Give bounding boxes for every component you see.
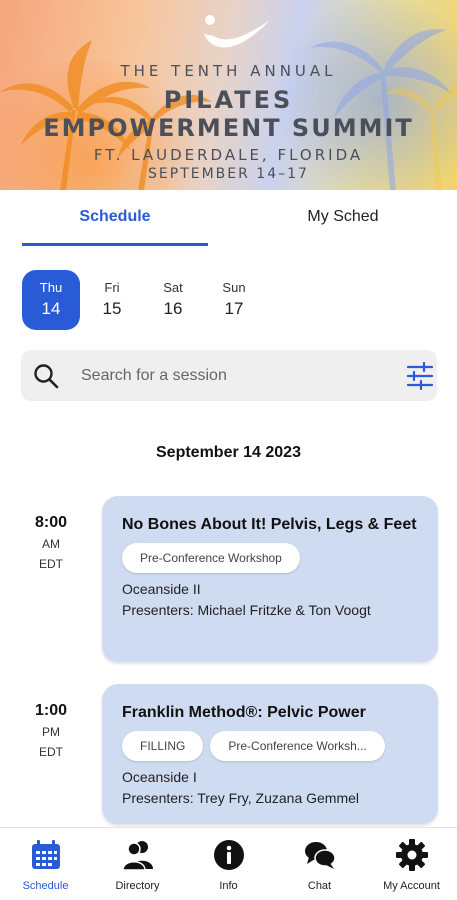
session-card[interactable]: Franklin Method®: Pelvic Power FILLING Pr… xyxy=(102,684,438,824)
nav-label: Info xyxy=(219,880,238,892)
bottom-navigation: Schedule Directory Info Chat My Account xyxy=(0,827,457,900)
day-thu[interactable]: Thu 14 xyxy=(22,270,80,330)
session-location: Oceanside II xyxy=(122,581,201,597)
session-tag: Pre-Conference Worksh... xyxy=(210,731,385,761)
schedule-date-heading: September 14 2023 xyxy=(156,444,301,461)
session-card[interactable]: No Bones About It! Pelvis, Legs & Feet P… xyxy=(102,496,438,662)
nav-label: Schedule xyxy=(22,880,69,892)
nav-label: Chat xyxy=(307,880,332,892)
banner-location: FT. LAUDERDALE, FLORIDA xyxy=(93,146,364,164)
session-start-time: 8:00 xyxy=(34,514,68,531)
day-date: 16 xyxy=(163,299,183,318)
session-tag: Pre-Conference Workshop xyxy=(122,543,300,573)
session-title: Franklin Method®: Pelvic Power xyxy=(122,704,366,721)
session-search-bar xyxy=(21,350,437,401)
session-time: 1:00 PM EDT xyxy=(20,702,82,759)
summit-logo-icon xyxy=(204,15,270,48)
session-time: 8:00 AM EDT xyxy=(20,514,82,571)
day-name: Sun xyxy=(222,280,246,295)
day-name: Fri xyxy=(104,280,120,295)
info-icon xyxy=(214,840,244,870)
session-title: No Bones About It! Pelvis, Legs & Feet xyxy=(122,516,417,533)
session-tags: FILLING Pre-Conference Worksh... xyxy=(122,731,418,761)
session-start-time: 1:00 xyxy=(34,702,68,719)
nav-chat[interactable]: Chat xyxy=(274,828,365,900)
schedule-tabs: Schedule My Sched xyxy=(0,190,457,248)
day-name: Sat xyxy=(163,280,183,295)
day-fri[interactable]: Fri 15 xyxy=(83,270,141,330)
banner-dates: SEPTEMBER 14–17 xyxy=(148,166,309,182)
nav-label: Directory xyxy=(115,880,160,892)
nav-info[interactable]: Info xyxy=(183,828,274,900)
tab-schedule[interactable]: Schedule xyxy=(22,190,208,248)
day-sat[interactable]: Sat 16 xyxy=(144,270,202,330)
active-tab-indicator xyxy=(22,243,208,246)
gear-icon xyxy=(396,839,428,871)
session-location: Oceanside I xyxy=(122,769,197,785)
banner-subtitle: THE TENTH ANNUAL xyxy=(120,62,337,80)
session-timezone: EDT xyxy=(39,745,63,759)
session-tags: Pre-Conference Workshop xyxy=(122,543,418,573)
session-timezone: EDT xyxy=(39,557,63,571)
nav-schedule[interactable]: Schedule xyxy=(0,828,91,900)
day-date: 14 xyxy=(41,299,61,318)
people-icon xyxy=(122,841,153,871)
session-presenters: Presenters: Trey Fry, Zuzana Gemmel xyxy=(122,790,360,806)
nav-label: My Account xyxy=(383,880,440,892)
chat-bubbles-icon xyxy=(305,842,336,869)
nav-my-account[interactable]: My Account xyxy=(366,828,457,900)
search-icon xyxy=(34,364,59,389)
day-name: Thu xyxy=(39,280,63,295)
day-date: 15 xyxy=(102,299,122,318)
banner-title-line2: EMPOWERMENT SUMMIT xyxy=(43,114,414,142)
session-ampm: PM xyxy=(42,725,60,739)
session-status-tag: FILLING xyxy=(122,731,204,761)
filter-sliders-icon[interactable] xyxy=(405,362,435,390)
search-input[interactable] xyxy=(81,360,381,392)
nav-directory[interactable]: Directory xyxy=(92,828,183,900)
banner-title-line1: PILATES xyxy=(163,86,294,114)
day-date: 17 xyxy=(224,299,244,318)
calendar-icon xyxy=(32,840,60,869)
day-sun[interactable]: Sun 17 xyxy=(205,270,263,330)
session-ampm: AM xyxy=(42,537,60,551)
session-presenters: Presenters: Michael Fritzke & Ton Voogt xyxy=(122,602,371,618)
header-banner: THE TENTH ANNUAL PILATES EMPOWERMENT SUM… xyxy=(0,0,457,190)
tab-my-sched[interactable]: My Sched xyxy=(250,190,436,248)
